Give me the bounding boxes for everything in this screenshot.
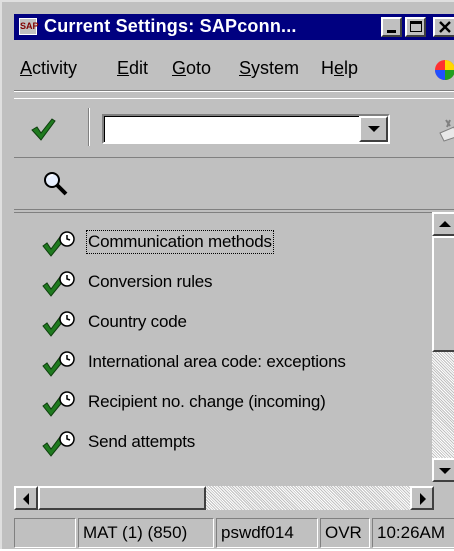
- menu-divider: [14, 90, 454, 92]
- horizontal-scroll-track[interactable]: [206, 486, 410, 510]
- menu-label: H: [321, 58, 334, 78]
- horizontal-scroll-thumb[interactable]: [38, 486, 206, 510]
- menu-goto[interactable]: Goto: [172, 58, 211, 79]
- system-menu-icon[interactable]: SAP: [19, 18, 39, 35]
- list-item-label: Country code: [88, 312, 187, 331]
- menu-accel: E: [117, 58, 130, 78]
- execute-clock-icon: [42, 231, 75, 257]
- menu-label: oto: [186, 58, 212, 78]
- list-item-label: International area code: exceptions: [88, 352, 346, 371]
- scroll-left-button[interactable]: [14, 486, 38, 510]
- status-message-field: [14, 518, 76, 548]
- menu-accel: e: [334, 58, 345, 78]
- enter-check-icon[interactable]: [30, 117, 56, 141]
- menu-accel: G: [172, 58, 187, 78]
- execute-clock-icon: [42, 431, 75, 457]
- title-bar[interactable]: SAP Current Settings: SAPconn...: [14, 14, 454, 40]
- list-item-label: Communication methods: [86, 230, 274, 254]
- execute-clock-icon: [42, 351, 75, 377]
- list-item-label: Conversion rules: [88, 272, 213, 291]
- scroll-down-button[interactable]: [432, 458, 454, 482]
- menu-help[interactable]: Help: [321, 58, 358, 79]
- close-icon: [439, 21, 451, 33]
- execute-clock-icon: [42, 311, 75, 337]
- chevron-down-icon: [368, 126, 380, 132]
- arrow-right-icon: [420, 493, 426, 505]
- execute-clock-icon: [42, 271, 75, 297]
- vertical-scroll-track[interactable]: [432, 352, 454, 458]
- status-server: pswdf014: [216, 518, 318, 548]
- minimize-icon: [387, 30, 396, 33]
- status-system: MAT (1) (850): [78, 518, 214, 548]
- arrow-down-icon: [439, 468, 451, 474]
- scroll-up-button[interactable]: [432, 212, 454, 236]
- command-field[interactable]: [102, 114, 390, 144]
- menu-accel: A: [20, 58, 33, 78]
- command-dropdown-button[interactable]: [359, 116, 388, 142]
- activity-list: Communication methods Conversion rules C…: [14, 212, 434, 482]
- arrow-up-icon: [439, 221, 451, 227]
- toolbar-separator: [88, 108, 90, 146]
- horizontal-scrollbar[interactable]: [14, 486, 434, 510]
- menu-label: dit: [129, 58, 149, 78]
- sap-window: SAP Current Settings: SAPconn... Activit…: [0, 0, 454, 549]
- status-time: 10:26AM: [372, 518, 454, 548]
- list-item-label: Recipient no. change (incoming): [88, 392, 326, 411]
- arrow-left-icon: [23, 493, 29, 505]
- menu-label: ystem: [251, 58, 300, 78]
- status-mode: OVR: [320, 518, 370, 548]
- execute-clock-icon: [42, 391, 75, 417]
- magnifier-icon[interactable]: [42, 170, 70, 198]
- minimize-button[interactable]: [381, 17, 402, 37]
- menu-label: lp: [344, 58, 359, 78]
- vertical-scrollbar[interactable]: [432, 212, 454, 482]
- save-icon[interactable]: [438, 115, 454, 143]
- list-item-label: Send attempts: [88, 432, 196, 451]
- window-title: Current Settings: SAPconn...: [44, 16, 297, 36]
- menu-label: ctivity: [32, 58, 78, 78]
- vertical-scroll-thumb[interactable]: [432, 236, 454, 352]
- menu-activity[interactable]: Activity: [20, 58, 77, 79]
- scroll-right-button[interactable]: [410, 486, 434, 510]
- application-toolbar: [14, 160, 454, 210]
- menu-accel: S: [239, 58, 252, 78]
- menu-edit[interactable]: Edit: [117, 58, 148, 79]
- close-button[interactable]: [433, 17, 454, 37]
- sap-logo-icon: [435, 60, 454, 80]
- maximize-icon: [410, 21, 422, 32]
- maximize-button[interactable]: [405, 17, 426, 37]
- menu-system[interactable]: System: [239, 58, 299, 79]
- status-bar: MAT (1) (850) pswdf014 OVR 10:26AM: [14, 516, 454, 551]
